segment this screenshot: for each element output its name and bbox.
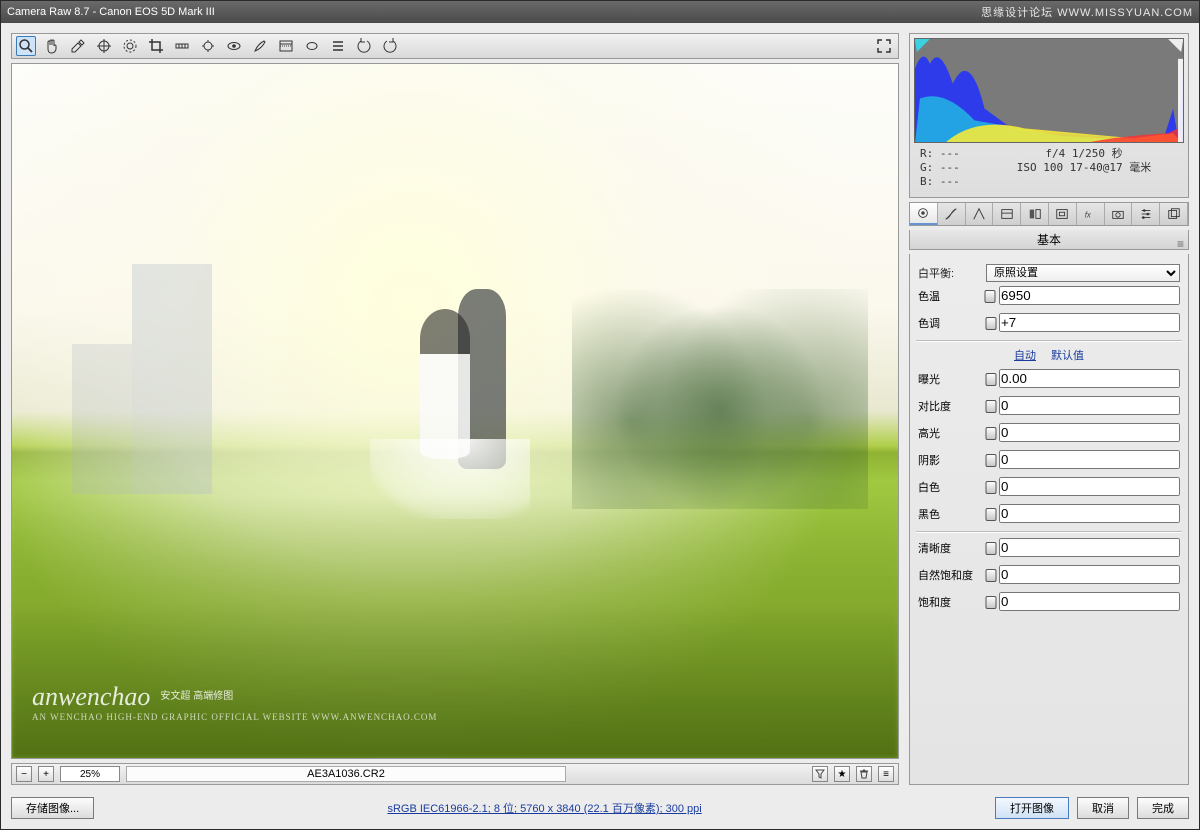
- panel-menu-icon[interactable]: ≡: [1177, 234, 1184, 254]
- exposure-slider[interactable]: [986, 372, 995, 386]
- rating-icon[interactable]: ★: [834, 766, 850, 782]
- spot-removal-icon[interactable]: [198, 36, 218, 56]
- highlights-label: 高光: [918, 425, 982, 441]
- footer: 存储图像... sRGB IEC61966-2.1; 8 位; 5760 x 3…: [1, 795, 1199, 829]
- readout-r: R: ---: [920, 147, 990, 161]
- histogram-panel: R: --- G: --- B: --- f/4 1/250 秒 ISO 100…: [909, 33, 1189, 198]
- done-button[interactable]: 完成: [1137, 797, 1189, 819]
- highlights-slider[interactable]: [986, 426, 995, 440]
- contrast-value[interactable]: [999, 396, 1180, 415]
- zoom-in-button[interactable]: +: [38, 766, 54, 782]
- shadows-label: 阴影: [918, 452, 982, 468]
- filter-icon[interactable]: [812, 766, 828, 782]
- saturation-value[interactable]: [999, 592, 1180, 611]
- wb-eyedropper-icon[interactable]: [68, 36, 88, 56]
- color-sampler-icon[interactable]: [94, 36, 114, 56]
- tab-split[interactable]: [1021, 203, 1049, 225]
- filename-display: AE3A1036.CR2: [126, 766, 566, 782]
- default-link[interactable]: 默认值: [1051, 350, 1084, 362]
- tab-detail[interactable]: [966, 203, 994, 225]
- panel-title: 基本 ≡: [909, 230, 1189, 250]
- graduated-filter-icon[interactable]: [276, 36, 296, 56]
- tint-value[interactable]: [999, 313, 1180, 332]
- zoom-level[interactable]: [60, 766, 120, 782]
- rotate-ccw-icon[interactable]: [354, 36, 374, 56]
- temp-value[interactable]: [999, 286, 1180, 305]
- image-preview[interactable]: anwenchao安文超 高端修图 AN WENCHAO HIGH-END GR…: [11, 63, 899, 759]
- tab-basic[interactable]: [910, 203, 938, 225]
- blacks-value[interactable]: [999, 504, 1180, 523]
- adjustment-brush-icon[interactable]: [250, 36, 270, 56]
- cancel-button[interactable]: 取消: [1077, 797, 1129, 819]
- fullscreen-icon[interactable]: [874, 36, 894, 56]
- clarity-label: 清晰度: [918, 540, 982, 556]
- readout-g: G: ---: [920, 161, 990, 175]
- shadows-value[interactable]: [999, 450, 1180, 469]
- redeye-tool-icon[interactable]: [224, 36, 244, 56]
- filmstrip-toggle-icon[interactable]: ≡: [878, 766, 894, 782]
- tab-fx[interactable]: fx: [1077, 203, 1105, 225]
- temp-label: 色温: [918, 288, 982, 304]
- window-title: Camera Raw 8.7 - Canon EOS 5D Mark III: [7, 6, 215, 18]
- exposure-label: 曝光: [918, 371, 982, 387]
- straighten-tool-icon[interactable]: [172, 36, 192, 56]
- zoom-out-button[interactable]: −: [16, 766, 32, 782]
- watermark: anwenchao安文超 高端修图 AN WENCHAO HIGH-END GR…: [32, 682, 437, 722]
- contrast-slider[interactable]: [986, 399, 995, 413]
- tab-lens[interactable]: [1049, 203, 1077, 225]
- panel-tabs: fx: [909, 202, 1189, 226]
- blacks-slider[interactable]: [986, 507, 995, 521]
- clarity-slider[interactable]: [986, 541, 995, 555]
- tab-camera[interactable]: [1105, 203, 1133, 225]
- whites-slider[interactable]: [986, 480, 995, 494]
- readout-b: B: ---: [920, 175, 990, 189]
- wb-select[interactable]: 原照设置: [986, 264, 1180, 282]
- radial-filter-icon[interactable]: [302, 36, 322, 56]
- tab-hsl[interactable]: [993, 203, 1021, 225]
- blacks-label: 黑色: [918, 506, 982, 522]
- auto-link[interactable]: 自动: [1014, 350, 1036, 362]
- exposure-value[interactable]: [999, 369, 1180, 388]
- vibrance-label: 自然饱和度: [918, 567, 982, 583]
- tab-curve[interactable]: [938, 203, 966, 225]
- wb-label: 白平衡:: [918, 265, 982, 281]
- whites-label: 白色: [918, 479, 982, 495]
- status-bar: − + AE3A1036.CR2 ★ ≡: [11, 763, 899, 785]
- temp-slider[interactable]: [986, 289, 995, 303]
- hand-tool-icon[interactable]: [42, 36, 62, 56]
- open-image-button[interactable]: 打开图像: [995, 797, 1069, 819]
- svg-text:fx: fx: [1085, 211, 1092, 220]
- saturation-slider[interactable]: [986, 595, 995, 609]
- zoom-tool-icon[interactable]: [16, 36, 36, 56]
- workflow-link[interactable]: sRGB IEC61966-2.1; 8 位; 5760 x 3840 (22.…: [102, 800, 987, 816]
- whites-value[interactable]: [999, 477, 1180, 496]
- histogram[interactable]: [914, 38, 1184, 143]
- target-adjust-icon[interactable]: [120, 36, 140, 56]
- tint-slider[interactable]: [986, 316, 995, 330]
- trash-icon[interactable]: [856, 766, 872, 782]
- highlights-value[interactable]: [999, 423, 1180, 442]
- exif-line1: f/4 1/250 秒: [990, 147, 1178, 161]
- tab-snapshots[interactable]: [1160, 203, 1188, 225]
- prefs-icon[interactable]: [328, 36, 348, 56]
- titlebar: Camera Raw 8.7 - Canon EOS 5D Mark III 思…: [1, 1, 1199, 23]
- vibrance-slider[interactable]: [986, 568, 995, 582]
- contrast-label: 对比度: [918, 398, 982, 414]
- top-toolbar: [11, 33, 899, 59]
- crop-tool-icon[interactable]: [146, 36, 166, 56]
- tint-label: 色调: [918, 315, 982, 331]
- basic-panel: 白平衡: 原照设置 色温 色调 自动 默认值: [909, 254, 1189, 785]
- exif-line2: ISO 100 17-40@17 毫米: [990, 161, 1178, 175]
- clarity-value[interactable]: [999, 538, 1180, 557]
- save-image-button[interactable]: 存储图像...: [11, 797, 94, 819]
- tab-presets[interactable]: [1132, 203, 1160, 225]
- shadows-slider[interactable]: [986, 453, 995, 467]
- rotate-cw-icon[interactable]: [380, 36, 400, 56]
- vibrance-value[interactable]: [999, 565, 1180, 584]
- saturation-label: 饱和度: [918, 594, 982, 610]
- branding-text: 思缘设计论坛 WWW.MISSYUAN.COM: [981, 4, 1193, 20]
